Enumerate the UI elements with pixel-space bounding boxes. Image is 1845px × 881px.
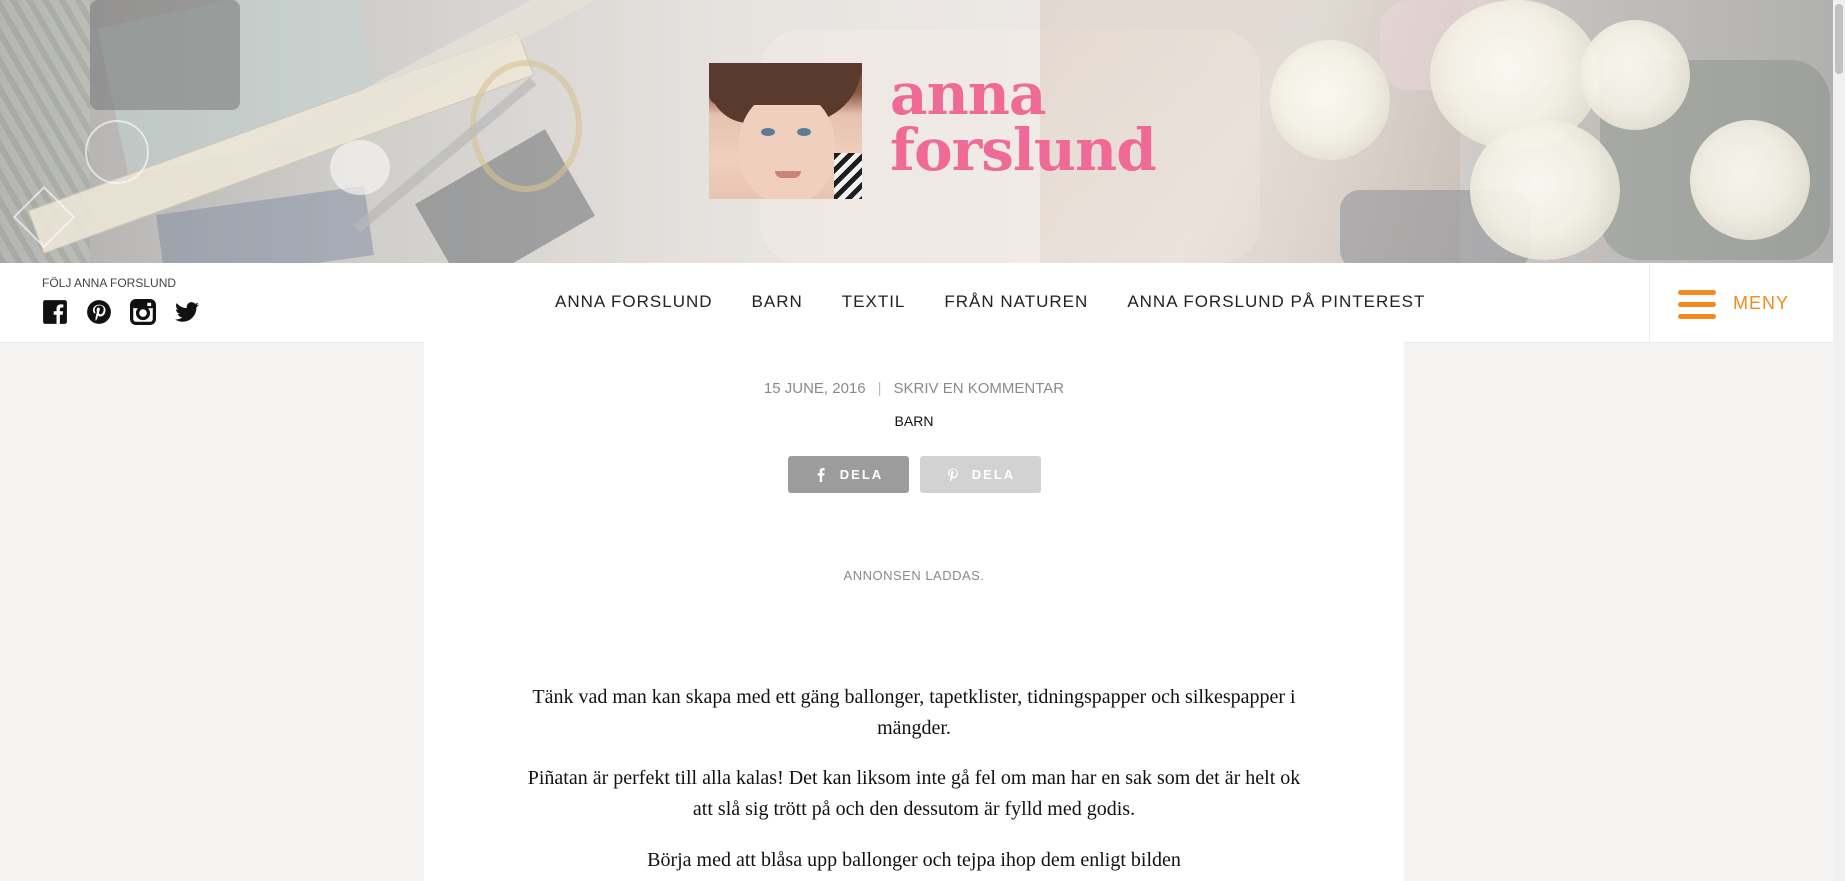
hamburger-icon xyxy=(1678,290,1716,320)
post-meta: 15 JUNE, 2016 | SKRIV EN KOMMENTAR xyxy=(424,380,1404,397)
scrollbar-thumb[interactable] xyxy=(1835,4,1843,74)
facebook-share-button[interactable]: DELA xyxy=(788,456,909,493)
pinterest-icon xyxy=(947,468,958,482)
pinterest-share-button[interactable]: DELA xyxy=(920,456,1041,493)
post-paragraph: Tänk vad man kan skapa med ett gäng ball… xyxy=(532,686,1296,739)
follow-label: FÖLJ ANNA FORSLUND xyxy=(42,276,177,290)
post-paragraph: Börja med att blåsa upp ballonger och te… xyxy=(647,849,1181,871)
menu-button[interactable]: MENY xyxy=(1649,263,1834,342)
share-buttons: DELA DELA xyxy=(788,456,1041,493)
avatar-mouth xyxy=(775,171,801,178)
header-banner: anna forslund xyxy=(0,0,1833,263)
facebook-icon xyxy=(817,467,825,482)
write-comment-link[interactable]: SKRIV EN KOMMENTAR xyxy=(894,380,1065,397)
primary-navigation: ANNA FORSLUND BARN TEXTIL FRÅN NATUREN A… xyxy=(555,292,1425,312)
pinterest-share-label: DELA xyxy=(971,467,1016,482)
nav-item-pinterest[interactable]: ANNA FORSLUND PÅ PINTEREST xyxy=(1127,292,1425,312)
avatar-face xyxy=(739,91,835,199)
avatar-eye xyxy=(797,128,811,136)
main-navbar: FÖLJ ANNA FORSLUND ANNA FORSLUND BARN TE… xyxy=(0,263,1833,343)
facebook-share-label: DELA xyxy=(839,467,884,482)
menu-label: MENY xyxy=(1733,293,1790,313)
avatar-shirt xyxy=(834,153,862,199)
post-content: 15 JUNE, 2016 | SKRIV EN KOMMENTAR BARN DE… xyxy=(424,342,1404,881)
nav-item-textil[interactable]: TEXTIL xyxy=(842,292,906,312)
logo-line-2: forslund xyxy=(890,116,1157,184)
avatar-bangs xyxy=(709,63,862,105)
logo-line-1: anna xyxy=(890,60,1046,128)
nav-item-fran-naturen[interactable]: FRÅN NATUREN xyxy=(944,292,1088,312)
avatar-eye xyxy=(761,128,775,136)
page-scrollbar[interactable] xyxy=(1833,0,1845,881)
meta-separator: | xyxy=(877,380,882,397)
site-logo[interactable]: anna forslund xyxy=(890,60,1157,184)
pinterest-icon[interactable] xyxy=(86,299,112,325)
facebook-icon[interactable] xyxy=(42,299,68,325)
post-date: 15 JUNE, 2016 xyxy=(763,380,866,397)
nav-item-anna-forslund[interactable]: ANNA FORSLUND xyxy=(555,292,713,312)
social-links xyxy=(42,299,200,325)
instagram-icon[interactable] xyxy=(130,299,156,325)
twitter-icon[interactable] xyxy=(174,299,200,325)
ad-loading-text: ANNONSEN LADDAS. xyxy=(843,568,985,583)
nav-item-barn[interactable]: BARN xyxy=(752,292,803,312)
post-category-link[interactable]: BARN xyxy=(424,413,1404,429)
author-avatar[interactable] xyxy=(709,63,862,199)
post-paragraph: Piñatan är perfekt till alla kalas! Det … xyxy=(527,767,1301,820)
